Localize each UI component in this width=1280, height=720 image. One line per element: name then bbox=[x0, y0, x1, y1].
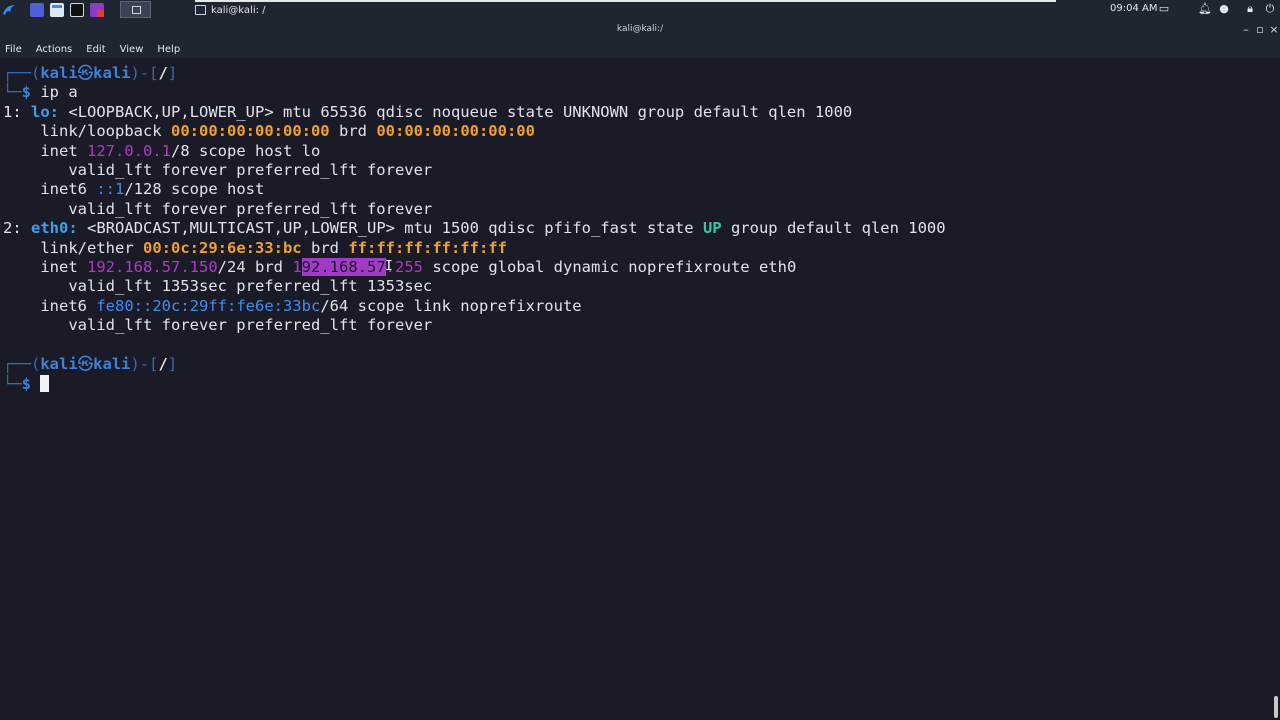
shield-icon[interactable]: ● bbox=[1218, 3, 1230, 15]
taskbar-item-terminal[interactable]: kali@kali: / bbox=[195, 2, 266, 18]
taskbar-item-label: kali@kali: / bbox=[211, 4, 266, 16]
menu-file[interactable]: File bbox=[0, 44, 22, 55]
menu-edit[interactable]: Edit bbox=[81, 44, 105, 55]
terminal-output[interactable]: ┌──(kali㉿kali)-[/] └─$ ip a 1: lo: <LOOP… bbox=[3, 64, 946, 394]
desktop-icon[interactable] bbox=[30, 3, 44, 17]
terminal-area[interactable]: ┌──(kali㉿kali)-[/] └─$ ip a 1: lo: <LOOP… bbox=[0, 58, 1272, 720]
settings-icon[interactable] bbox=[90, 3, 104, 17]
file-manager-icon[interactable] bbox=[50, 3, 64, 17]
menu-help[interactable]: Help bbox=[152, 44, 180, 55]
screen-icon[interactable]: ▭ bbox=[1158, 3, 1170, 15]
close-icon[interactable]: × bbox=[1268, 23, 1280, 36]
bell-icon[interactable]: 🔔︎ bbox=[1198, 3, 1212, 15]
lock-icon[interactable]: 🔒︎ bbox=[1244, 3, 1256, 15]
power-icon[interactable]: ⏻ bbox=[1264, 3, 1276, 15]
terminal-icon[interactable] bbox=[70, 3, 84, 17]
text-selection: 92.168.57 bbox=[301, 258, 386, 277]
window-titlebar[interactable]: kali@kali:/ – ▫ × bbox=[0, 20, 1280, 40]
mouse-ibeam-cursor: I bbox=[385, 259, 393, 274]
scrollbar-thumb[interactable] bbox=[1274, 696, 1278, 718]
menu-actions[interactable]: Actions bbox=[31, 44, 73, 55]
command-text: ip a bbox=[40, 83, 78, 102]
terminal-scrollbar[interactable] bbox=[1272, 58, 1280, 720]
minimize-icon[interactable]: – bbox=[1240, 23, 1252, 36]
menu-view[interactable]: View bbox=[115, 44, 144, 55]
window-icon bbox=[195, 5, 206, 15]
maximize-icon[interactable]: ▫ bbox=[1254, 23, 1266, 36]
kali-dragon-icon[interactable] bbox=[1, 2, 17, 18]
menu-bar: File Actions Edit View Help bbox=[0, 40, 1280, 58]
top-panel: kali@kali: / 09:04 AM ▭ 🔔︎ ● 🔒︎ ⏻ bbox=[0, 0, 1280, 21]
task-progress-line bbox=[195, 0, 1056, 2]
text-cursor bbox=[40, 374, 50, 392]
workspace-switcher[interactable] bbox=[120, 1, 151, 18]
window-title: kali@kali:/ bbox=[616, 24, 664, 34]
clock[interactable]: 09:04 AM bbox=[1110, 3, 1157, 14]
